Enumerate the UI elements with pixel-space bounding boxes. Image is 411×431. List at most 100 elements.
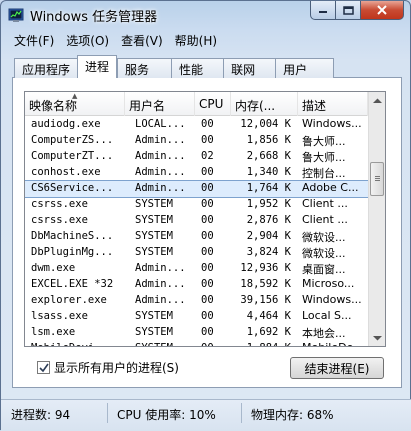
table-row[interactable]: audiodg.exe LOCAL... 00 12,004 K Windows... [25, 117, 368, 133]
cpu-cell: 00 [201, 214, 214, 226]
table-row[interactable]: ComputerZT... Admin... 02 2,668 K 鲁大师... [25, 149, 368, 165]
process-name-cell: dwm.exe [31, 262, 76, 274]
memory-cell: 3,824 K [246, 246, 291, 258]
user-name-cell: LOCAL... [135, 118, 186, 130]
process-name-cell: ComputerZT... [31, 150, 114, 162]
description-cell: MobileDe... [302, 341, 366, 346]
process-name-cell: EXCEL.EXE *32 [31, 278, 114, 290]
memory-cell: 1,764 K [246, 182, 291, 194]
menu-view[interactable]: 查看(V) [115, 30, 169, 50]
table-row[interactable]: CS6Service... Admin... 00 1,764 K Adobe C... [25, 180, 369, 198]
process-name-cell: MobileDevi... [31, 342, 123, 346]
description-cell: Client ... [302, 197, 348, 210]
status-physical-memory: 物理内存: 68% [251, 408, 334, 422]
tab-performance[interactable]: 性能 [171, 58, 224, 78]
table-row[interactable]: conhost.exe Admin... 00 1,340 K 控制台... [25, 165, 368, 181]
description-cell: Windows... [302, 293, 362, 306]
cpu-cell: 00 [201, 246, 214, 258]
process-list[interactable]: ▲ 映像名称 用户名 CPU 内存(... 描述 audiodg.exe LOCA… [24, 91, 386, 347]
user-name-cell: SYSTEM [135, 214, 173, 226]
show-all-users-option[interactable]: 显示所有用户的进程(S) [37, 359, 179, 376]
column-header-image-name[interactable]: ▲ 映像名称 [25, 92, 125, 116]
user-name-cell: Admin... [135, 134, 186, 146]
table-row[interactable]: csrss.exe SYSTEM 00 2,876 K Client ... [25, 213, 368, 229]
process-name-cell: csrss.exe [31, 214, 88, 226]
maximize-icon [342, 5, 354, 15]
cpu-cell: 00 [201, 310, 214, 322]
menu-options[interactable]: 选项(O) [60, 30, 115, 50]
process-name-cell: lsass.exe [31, 310, 88, 322]
table-row[interactable]: lsm.exe SYSTEM 00 1,692 K 本地会... [25, 325, 368, 341]
minimize-button[interactable] [310, 1, 336, 20]
column-header-description[interactable]: 描述 [298, 92, 368, 116]
status-process-count: 进程数: 94 [11, 408, 71, 422]
scroll-up-button[interactable] [369, 92, 385, 109]
description-cell: Microso... [302, 277, 355, 290]
cpu-cell: 00 [201, 230, 214, 242]
vertical-scrollbar[interactable] [368, 92, 385, 346]
process-name-cell: ComputerZS... [31, 134, 114, 146]
tab-applications[interactable]: 应用程序 [14, 58, 78, 78]
memory-cell: 1,856 K [246, 134, 291, 146]
table-row[interactable]: DbMachineS... SYSTEM 00 2,904 K 微软设... [25, 229, 368, 245]
maximize-button[interactable] [336, 1, 361, 20]
column-header-memory[interactable]: 内存(... [231, 92, 298, 116]
cpu-cell: 00 [201, 118, 214, 130]
table-row[interactable]: csrss.exe SYSTEM 00 1,952 K Client ... [25, 197, 368, 213]
table-row[interactable]: EXCEL.EXE *32 Admin... 00 18,592 K Microso..… [25, 277, 368, 293]
table-row[interactable]: explorer.exe Admin... 00 39,156 K Windows... [25, 293, 368, 309]
cpu-cell: 00 [201, 278, 214, 290]
description-cell: Adobe C... [302, 181, 359, 194]
column-header-cpu[interactable]: CPU [195, 92, 231, 116]
memory-cell: 1,952 K [246, 198, 291, 210]
cpu-cell: 00 [201, 134, 214, 146]
table-row[interactable]: ComputerZS... Admin... 00 1,856 K 鲁大师... [25, 133, 368, 149]
status-bar: 进程数: 94 CPU 使用率: 10% 物理内存: 68% [1, 399, 411, 431]
minimize-icon [319, 11, 327, 13]
menu-bar: 文件(F) 选项(O) 查看(V) 帮助(H) [8, 30, 223, 50]
tab-users[interactable]: 用户 [275, 58, 335, 78]
memory-cell: 2,668 K [246, 150, 291, 162]
cpu-cell: 00 [201, 182, 214, 194]
show-all-users-checkbox[interactable] [37, 361, 50, 374]
memory-cell: 1,692 K [246, 326, 291, 338]
description-cell: 鲁大师... [302, 135, 346, 148]
process-name-cell: audiodg.exe [31, 118, 101, 130]
table-row[interactable]: dwm.exe Admin... 00 12,936 K 桌面窗... [25, 261, 368, 277]
arrow-down-icon [373, 335, 382, 340]
user-name-cell: SYSTEM [135, 230, 173, 242]
memory-cell: 1,340 K [246, 166, 291, 178]
cpu-cell: 00 [201, 294, 214, 306]
description-cell: Client ... [302, 213, 348, 226]
process-name-cell: lsm.exe [31, 326, 76, 338]
table-row[interactable]: MobileDevi... SYSTEM 001,884 K MobileDe... [25, 341, 368, 346]
user-name-cell: Admin... [135, 166, 186, 178]
arrow-up-icon [373, 98, 382, 103]
memory-cell: 1,884 K [231, 342, 291, 346]
status-cpu-usage: CPU 使用率: 10% [117, 408, 216, 422]
memory-cell: 12,936 K [240, 262, 291, 274]
table-row[interactable]: lsass.exe SYSTEM 00 4,464 K Local S... [25, 309, 368, 325]
cpu-cell: 02 [201, 150, 214, 162]
task-manager-icon [8, 8, 24, 22]
window-title: Windows 任务管理器 [30, 10, 158, 25]
description-cell: 鲁大师... [302, 151, 346, 164]
process-name-cell: CS6Service... [31, 182, 114, 194]
menu-file[interactable]: 文件(F) [8, 30, 60, 50]
user-name-cell: SYSTEM [135, 342, 193, 346]
tab-networking[interactable]: 联网 [223, 58, 276, 78]
tab-strip: 应用程序 进程 服务 性能 联网 用户 [14, 55, 335, 78]
title-bar[interactable]: Windows 任务管理器 [1, 1, 410, 29]
tab-services[interactable]: 服务 [117, 58, 172, 78]
user-name-cell: Admin... [135, 182, 186, 194]
close-button[interactable] [361, 1, 404, 20]
tab-processes[interactable]: 进程 [77, 55, 118, 78]
menu-help[interactable]: 帮助(H) [169, 30, 223, 50]
user-name-cell: Admin... [135, 262, 186, 274]
table-row[interactable]: DbPluginMg... SYSTEM 00 3,824 K 微软设... [25, 245, 368, 261]
scrollbar-thumb[interactable] [370, 162, 384, 196]
sort-ascending-icon: ▲ [72, 92, 78, 100]
column-header-user-name[interactable]: 用户名 [125, 92, 195, 116]
end-process-button[interactable]: 结束进程(E) [290, 357, 384, 379]
scroll-down-button[interactable] [369, 329, 385, 346]
